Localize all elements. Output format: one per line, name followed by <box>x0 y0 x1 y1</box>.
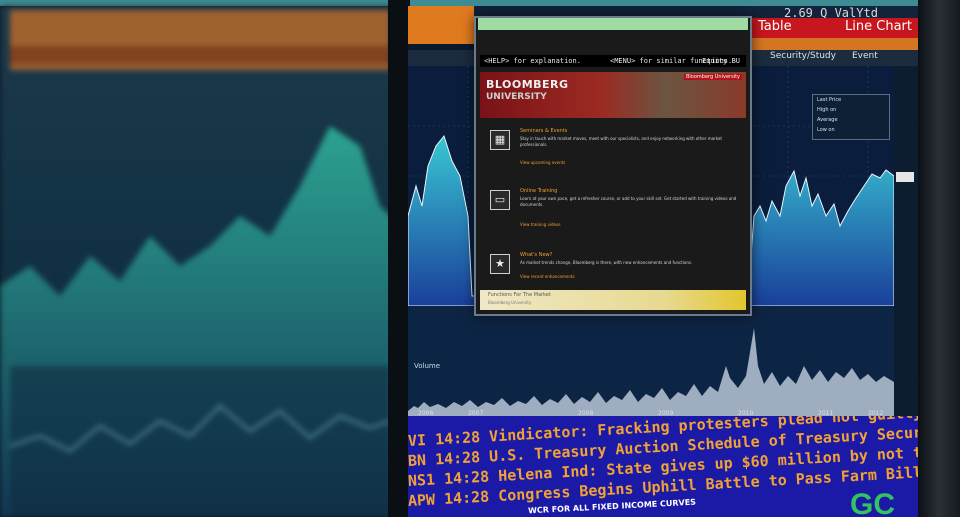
section-title: Seminars & Events <box>520 128 568 134</box>
section-title: Online Training <box>520 188 558 194</box>
equity-label: Equity BU <box>702 57 740 65</box>
price-axis <box>894 66 918 416</box>
line-chart-tab-label[interactable]: Line Chart <box>845 19 912 34</box>
left-monitor-blurred <box>0 6 402 517</box>
university-banner: BLOOMBERG UNIVERSITY Bloomberg Universit… <box>480 72 746 118</box>
news-code: NS1 <box>408 470 436 490</box>
bloomberg-terminal-screen: 2.69 Q ValYtd 3/61292 Table Line Chart S… <box>408 6 918 517</box>
section-title: What's New? <box>520 252 553 258</box>
banner-title: BLOOMBERG <box>486 78 569 91</box>
section-link[interactable]: View training videos <box>520 222 561 227</box>
news-time: 14:28 <box>443 467 490 488</box>
chart-legend: Last Price High on Average Low on <box>812 94 890 140</box>
bloomberg-university-popup[interactable]: <HELP> for explanation. <MENU> for simil… <box>474 16 752 316</box>
section-whats-new: ★ What's New? As market trends change, B… <box>480 250 746 290</box>
section-link[interactable]: View upcoming events <box>520 160 565 165</box>
help-hint: <HELP> for explanation. <box>484 57 581 65</box>
news-code: APW <box>408 490 436 510</box>
footer-title: Functions For The Market <box>488 292 551 298</box>
news-code: BN <box>408 451 427 470</box>
section-desc: As market trends change, Bloomberg is th… <box>520 260 693 265</box>
table-tab-label: Table <box>758 19 792 34</box>
footer-subtitle: Bloomberg University <box>488 300 532 305</box>
star-icon: ★ <box>490 254 510 274</box>
gc-logo: GC <box>850 488 895 517</box>
legend-last-price: Last Price <box>817 97 842 103</box>
section-seminars: ▦ Seminars & Events Stay in touch with m… <box>480 126 746 176</box>
banner-subtitle: UNIVERSITY <box>486 92 547 102</box>
banner-tag: Bloomberg University <box>683 74 742 80</box>
section-desc: Learn at your own pace, get a refresher … <box>520 196 737 207</box>
left-monitor-chart <box>0 126 402 517</box>
monitor-icon: ▭ <box>490 190 510 210</box>
table-tab[interactable]: Table Line Chart <box>748 18 918 38</box>
event-button[interactable]: Event <box>852 51 878 61</box>
popup-title-bar[interactable] <box>478 18 748 30</box>
legend-low: Low on <box>817 127 835 133</box>
left-monitor-dark-orange-band <box>10 46 390 64</box>
volume-label: Volume <box>414 362 440 370</box>
news-time: 14:28 <box>443 487 490 508</box>
last-price-marker <box>896 172 914 182</box>
security-study-button[interactable]: Security/Study <box>770 51 836 61</box>
news-time: 14:28 <box>434 447 481 469</box>
section-training: ▭ Online Training Learn at your own pace… <box>480 186 746 246</box>
section-desc: Stay in touch with market moves, meet wi… <box>520 136 722 147</box>
function-header-orange <box>408 6 474 44</box>
news-ticker-panel: VI 14:28 Vindicator: Fracking protesters… <box>408 416 918 517</box>
popup-footer-banner[interactable]: Functions For The Market Bloomberg Unive… <box>480 290 746 310</box>
legend-average: Average <box>817 117 838 123</box>
left-monitor-bezel <box>388 0 410 517</box>
news-time: 14:28 <box>434 427 481 449</box>
news-code: VI <box>408 431 427 450</box>
legend-high: High on <box>817 107 837 113</box>
section-link[interactable]: View recent enhancements <box>520 274 575 279</box>
right-monitor-bezel <box>918 0 960 517</box>
options-row <box>748 38 918 50</box>
calendar-icon: ▦ <box>490 130 510 150</box>
popup-command-bar: <HELP> for explanation. <MENU> for simil… <box>480 55 746 67</box>
